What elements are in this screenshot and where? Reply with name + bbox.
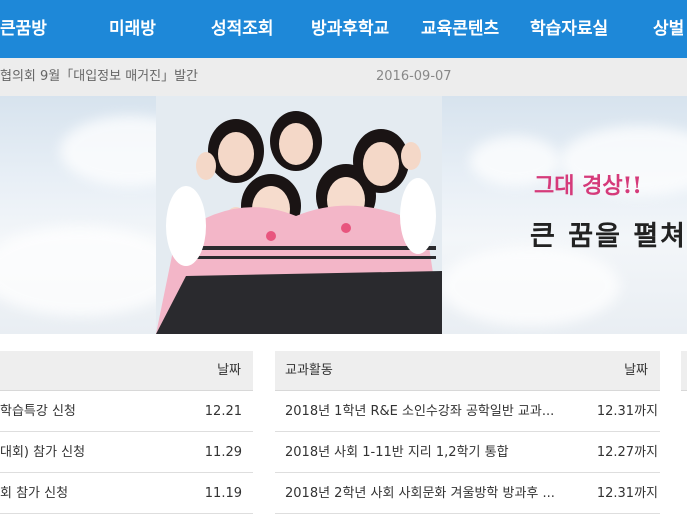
board-right-partial [681,351,687,517]
list-item-date: 12.21 [204,404,242,419]
list-item-title: 대회) 참가 신청 [0,445,86,460]
board-left: 날짜 학습특강 신청 12.21 대회) 참가 신청 11.29 회 참가 신청… [0,351,253,517]
list-item-date: 12.31까지 [596,486,658,501]
nav-item-study-materials[interactable]: 학습자료실 [530,0,608,58]
nav-item-afterschool[interactable]: 방과후학교 [311,0,389,58]
nav-item-big-dream[interactable]: 큰꿈방 [0,0,47,58]
list-item-date: 11.29 [204,445,242,460]
list-item-title: 학습특강 신청 [0,404,76,419]
top-nav: 큰꿈방 미래방 성적조회 방과후학교 교육콘텐츠 학습자료실 상벌 [0,0,687,58]
board-header: 날짜 [0,351,253,391]
banner-slogan-2: 큰 꿈을 펼쳐 [530,221,687,252]
list-item-date: 12.27까지 [596,445,658,460]
date-column-header: 날짜 [624,363,648,378]
nav-item-grades[interactable]: 성적조회 [211,0,274,58]
nav-item-edu-content[interactable]: 교육콘텐츠 [421,0,499,58]
ticker-date: 2016-09-07 [376,69,452,84]
list-item[interactable]: 2018년 사회 1-11반 지리 1,2학기 통합 12.27까지 [275,432,660,473]
date-column-header: 날짜 [217,363,241,378]
list-item-date: 12.31까지 [596,404,658,419]
list-item[interactable]: 회 참가 신청 11.19 [0,473,253,514]
list-item-title: 2018년 1학년 R&E 소인수강좌 공학일반 교과... [285,404,555,419]
news-ticker: 협의회 9월「대입정보 매거진」발간 2016-09-07 [0,58,687,96]
list-item-title: 2018년 2학년 사회 사회문화 겨울방학 방과후 ... [285,486,555,501]
list-item[interactable]: 학습특강 신청 12.21 [0,391,253,432]
page: 큰꿈방 미래방 성적조회 방과후학교 교육콘텐츠 학습자료실 상벌 협의회 9월… [0,0,687,517]
main-banner: 그대 경상!! 큰 꿈을 펼쳐 [0,96,687,334]
list-item-title: 회 참가 신청 [0,486,69,501]
banner-slogan-1: 그대 경상!! [534,173,642,199]
board-header: 교과활동 날짜 [275,351,660,391]
ticker-headline[interactable]: 협의회 9월「대입정보 매거진」발간 [0,58,198,96]
board-title[interactable]: 교과활동 [285,351,333,391]
nav-item-awards[interactable]: 상벌 [653,0,684,58]
list-item-date: 11.19 [204,486,242,501]
list-item[interactable]: 대회) 참가 신청 11.29 [0,432,253,473]
board-curriculum: 교과활동 날짜 2018년 1학년 R&E 소인수강좌 공학일반 교과... 1… [275,351,660,517]
list-item[interactable]: 2018년 2학년 사회 사회문화 겨울방학 방과후 ... 12.31까지 [275,473,660,514]
board-header [681,351,687,391]
students-photo [156,96,442,334]
list-item-title: 2018년 사회 1-11반 지리 1,2학기 통합 [285,445,509,460]
list-item[interactable]: 2018년 1학년 R&E 소인수강좌 공학일반 교과... 12.31까지 [275,391,660,432]
nav-item-future[interactable]: 미래방 [109,0,156,58]
